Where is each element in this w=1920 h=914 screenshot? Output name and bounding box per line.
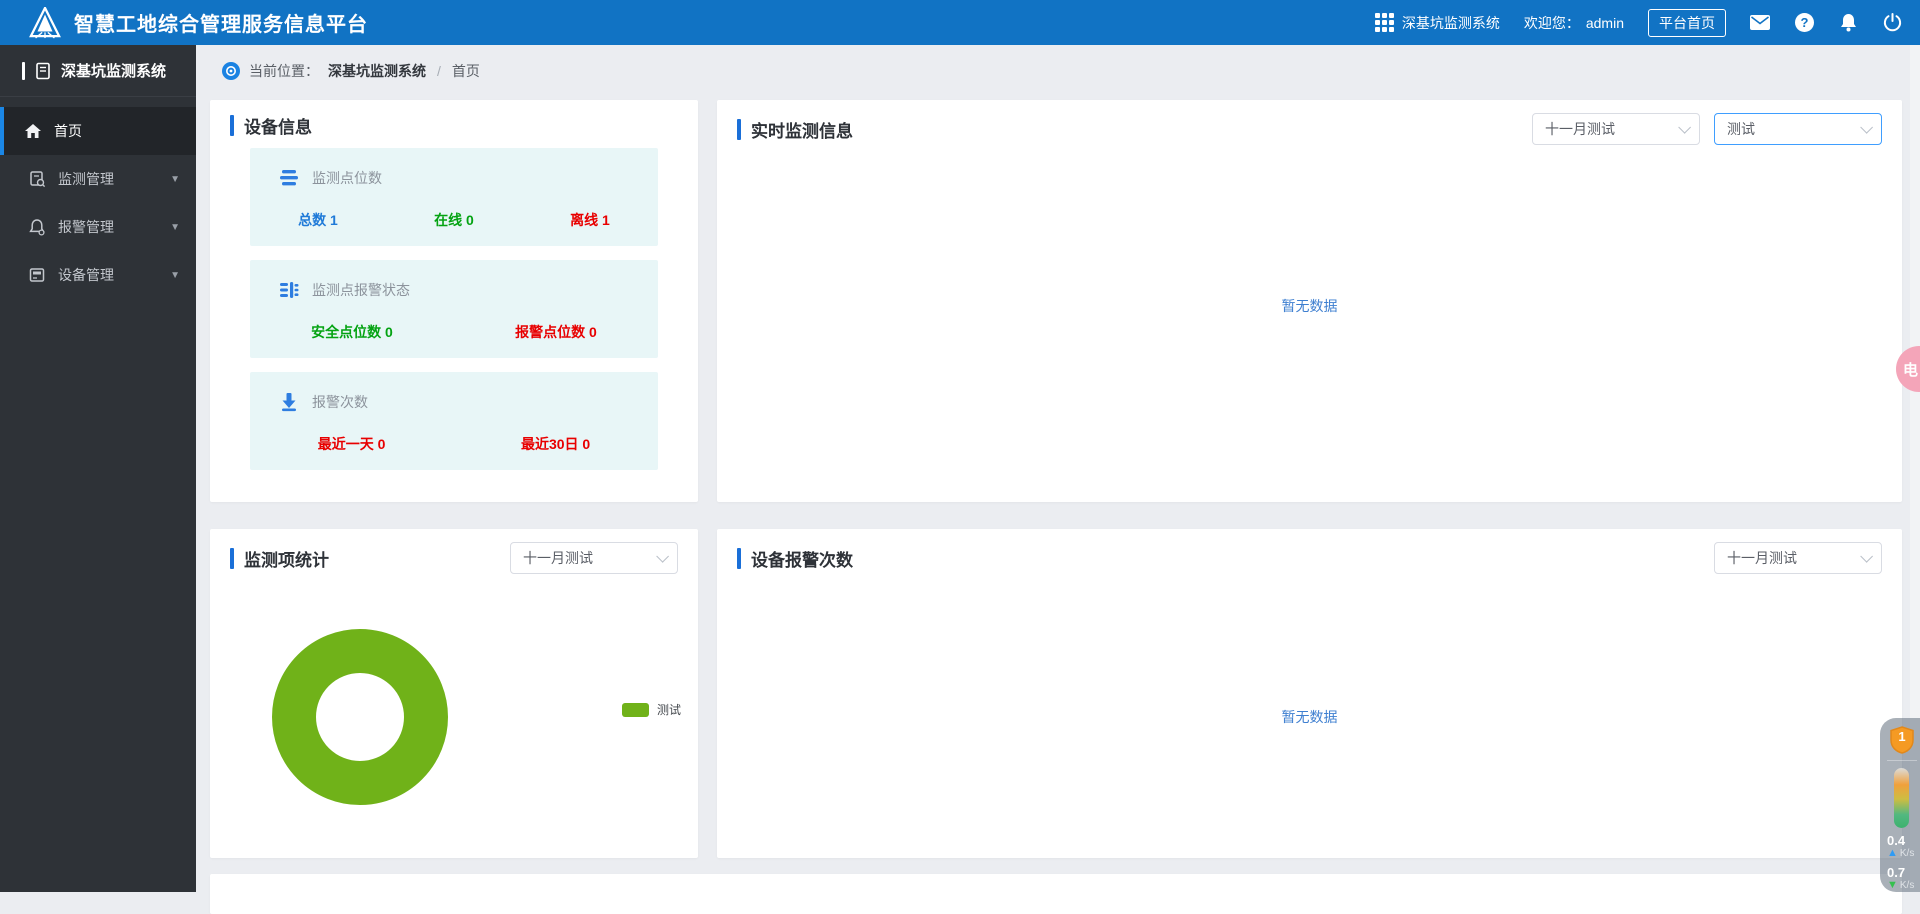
chevron-down-icon — [1860, 550, 1873, 563]
title-accent-bar — [230, 548, 234, 569]
panel-label: 监测点报警状态 — [312, 280, 410, 300]
platform-home-button[interactable]: 平台首页 — [1648, 9, 1726, 37]
download-speed: 0.7 ▼K/s — [1887, 866, 1914, 892]
download-icon — [278, 392, 300, 412]
help-icon[interactable]: ? — [1794, 13, 1814, 33]
bell-icon[interactable] — [1838, 13, 1858, 33]
chevron-down-icon: ▼ — [170, 222, 180, 233]
breadcrumb-root[interactable]: 深基坑监测系统 — [328, 61, 426, 81]
device-icon — [28, 266, 46, 284]
sidebar-item-label: 监测管理 — [58, 169, 114, 189]
chevron-down-icon — [1678, 121, 1691, 134]
welcome-text: 欢迎您： admin — [1524, 13, 1624, 33]
gradient-meter — [1894, 768, 1909, 828]
sidebar-brand-label: 深基坑监测系统 — [61, 60, 166, 81]
apps-grid-icon — [1375, 13, 1394, 32]
card-title-device-alarms: 设备报警次数 — [737, 546, 853, 571]
breadcrumb: 当前位置： 深基坑监测系统 / 首页 — [222, 61, 480, 81]
panel-label: 监测点位数 — [312, 168, 382, 188]
stat-online: 在线 0 — [434, 210, 474, 230]
next-row-card-partial — [210, 874, 1902, 914]
chevron-down-icon — [656, 550, 669, 563]
home-icon — [24, 122, 42, 140]
main-content: 当前位置： 深基坑监测系统 / 首页 设备信息 监测点位数 总数 1 在线 0 — [196, 45, 1920, 892]
sidebar-item-monitor-management[interactable]: 监测管理 ▼ — [0, 155, 196, 203]
welcome-label: 欢迎您： — [1524, 13, 1580, 33]
sidebar-item-label: 设备管理 — [58, 265, 114, 285]
platform-logo-icon — [28, 7, 62, 39]
realtime-monitor-card: 实时监测信息 十一月测试 测试 暂无数据 — [717, 100, 1902, 502]
stat-total: 总数 1 — [298, 210, 338, 230]
card-title-device-info: 设备信息 — [230, 113, 312, 138]
chevron-down-icon: ▼ — [170, 270, 180, 281]
shield-badge-icon[interactable]: 1 — [1889, 726, 1915, 753]
arrow-up-icon: ▲ — [1887, 847, 1898, 860]
stat-panel-alarm-status: 监测点报警状态 安全点位数 0 报警点位数 0 — [250, 260, 658, 358]
top-header: 智慧工地综合管理服务信息平台 深基坑监测系统 欢迎您： admin 平台首页 ? — [0, 0, 1920, 45]
system-switcher-label: 深基坑监测系统 — [1402, 13, 1500, 33]
arrow-down-icon: ▼ — [1887, 879, 1898, 892]
system-switcher[interactable]: 深基坑监测系统 — [1375, 13, 1500, 33]
empty-data-text: 暂无数据 — [717, 296, 1902, 316]
username[interactable]: admin — [1586, 15, 1624, 31]
breadcrumb-separator: / — [437, 63, 441, 79]
power-icon[interactable] — [1882, 13, 1902, 33]
upload-speed: 0.4 ▲K/s — [1887, 834, 1914, 860]
breadcrumb-current: 首页 — [452, 61, 480, 81]
title-accent-bar — [737, 119, 741, 140]
location-icon — [222, 62, 240, 80]
sidebar-item-device-management[interactable]: 设备管理 ▼ — [0, 251, 196, 299]
breadcrumb-prefix: 当前位置： — [249, 61, 319, 81]
mail-icon[interactable] — [1750, 13, 1770, 33]
chart-legend[interactable]: 测试 — [622, 701, 681, 718]
sidebar-menu: 首页 监测管理 ▼ 报警管理 ▼ — [0, 97, 196, 299]
panel-label: 报警次数 — [312, 392, 368, 412]
sidebar-item-label: 首页 — [54, 121, 82, 141]
columns-icon — [278, 280, 300, 300]
stat-alarm-points: 报警点位数 0 — [515, 322, 597, 342]
donut-chart[interactable] — [272, 629, 448, 805]
device-info-card: 设备信息 监测点位数 总数 1 在线 0 离线 1 — [210, 100, 698, 502]
chevron-down-icon — [1860, 121, 1873, 134]
sidebar: 深基坑监测系统 首页 监测管理 ▼ 报警管理 ▼ — [0, 45, 196, 892]
legend-label: 测试 — [657, 701, 681, 718]
legend-swatch — [622, 703, 649, 717]
device-alarms-month-select[interactable]: 十一月测试 — [1714, 542, 1882, 574]
realtime-month-select[interactable]: 十一月测试 — [1532, 113, 1700, 145]
card-title-realtime: 实时监测信息 — [737, 117, 853, 142]
stat-panel-monitor-points: 监测点位数 总数 1 在线 0 离线 1 — [250, 148, 658, 246]
sidebar-brand: 深基坑监测系统 — [0, 45, 196, 97]
shield-badge-count: 1 — [1889, 729, 1915, 744]
monitor-stats-month-select[interactable]: 十一月测试 — [510, 542, 678, 574]
sidebar-item-home[interactable]: 首页 — [0, 107, 196, 155]
brand-bar — [22, 62, 25, 80]
chevron-down-icon: ▼ — [170, 174, 180, 185]
empty-data-text: 暂无数据 — [717, 707, 1902, 727]
title-accent-bar — [230, 115, 234, 136]
network-speed-widget[interactable]: 1 0.4 ▲K/s 0.7 ▼K/s — [1880, 718, 1920, 892]
title-accent-bar — [737, 548, 741, 569]
monitor-icon — [28, 170, 46, 188]
svg-text:?: ? — [1800, 15, 1808, 30]
stat-last-30-days: 最近30日 0 — [521, 434, 590, 454]
sidebar-item-alarm-management[interactable]: 报警管理 ▼ — [0, 203, 196, 251]
stat-last-day: 最近一天 0 — [318, 434, 386, 454]
stat-panel-alarm-count: 报警次数 最近一天 0 最近30日 0 — [250, 372, 658, 470]
stat-safe-points: 安全点位数 0 — [311, 322, 393, 342]
device-alarms-card: 设备报警次数 十一月测试 暂无数据 — [717, 529, 1902, 858]
sidebar-item-label: 报警管理 — [58, 217, 114, 237]
monitor-stats-card: 监测项统计 十一月测试 测试 — [210, 529, 698, 858]
layers-icon — [278, 168, 300, 188]
alarm-icon — [28, 218, 46, 236]
realtime-point-select[interactable]: 测试 — [1714, 113, 1882, 145]
floating-pink-badge-label: 电 — [1903, 359, 1918, 380]
widget-divider — [1887, 760, 1917, 761]
stat-offline: 离线 1 — [570, 210, 610, 230]
app-title: 智慧工地综合管理服务信息平台 — [74, 8, 368, 37]
card-title-monitor-stats: 监测项统计 — [230, 546, 329, 571]
notebook-icon — [34, 62, 52, 80]
